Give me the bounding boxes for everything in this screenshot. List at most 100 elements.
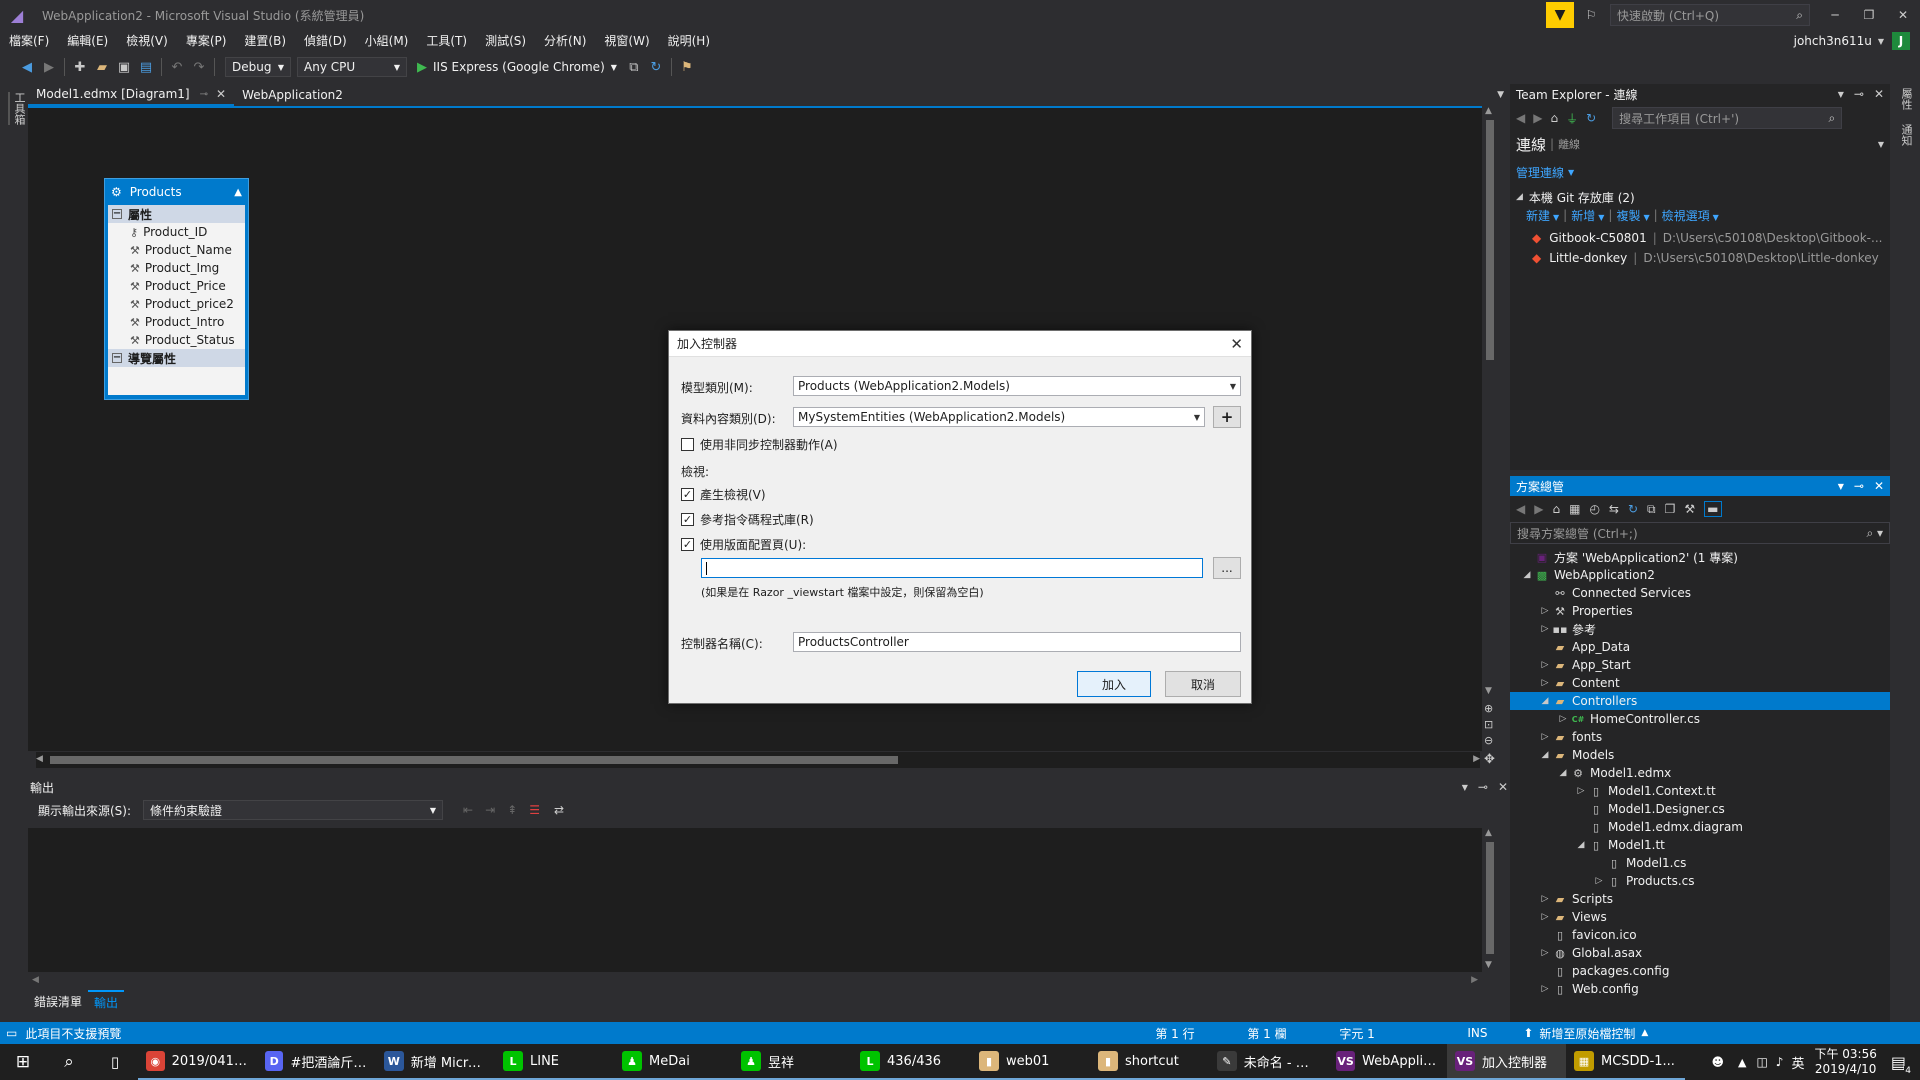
tree-item[interactable]: ▷ ▰ Scripts [1510, 890, 1890, 908]
tree-item[interactable]: ▷ C# HomeController.cs [1510, 710, 1890, 728]
taskbar-app[interactable]: ◉ 2019/0410... [138, 1044, 257, 1080]
redo-icon[interactable]: ↷ [188, 56, 210, 78]
plug-icon[interactable]: ⏚ [1566, 110, 1578, 127]
tree-item[interactable]: ▷ ▰ Content [1510, 674, 1890, 692]
action-center-icon[interactable]: ▤ 4 [1891, 1053, 1912, 1076]
async-checkbox[interactable]: 使用非同步控制器動作(A) [681, 436, 838, 453]
menu-item[interactable]: 檔案(F) [0, 30, 58, 52]
tree-item[interactable]: ◢ ▰ Controllers [1510, 692, 1890, 710]
zoom-in-icon[interactable]: ⊕ [1484, 702, 1493, 715]
menu-item[interactable]: 視窗(W) [595, 30, 658, 52]
clear-all-icon[interactable]: ☰ [529, 803, 540, 817]
vscroll-thumb[interactable] [1486, 120, 1494, 360]
expanded-arrow-icon[interactable]: ◢ [1538, 750, 1552, 760]
user-dropdown-icon[interactable]: ▼ [1878, 37, 1884, 46]
windows-start-icon[interactable]: ⊞ [0, 1052, 46, 1072]
output-source-select[interactable]: 條件約束驗證 ▼ [143, 800, 444, 820]
browser-link-icon[interactable]: ⧉ [623, 56, 645, 78]
add-source-control-button[interactable]: 新增至原始檔控制 [1539, 1025, 1635, 1042]
search-icon[interactable]: ⌕ [46, 1052, 92, 1072]
entity-property[interactable]: ⚒ Product_Price [108, 277, 245, 295]
back-icon[interactable]: ◀ [16, 56, 38, 78]
scroll-left-icon[interactable]: ◀ [32, 975, 39, 985]
collapsed-arrow-icon[interactable]: ▷ [1538, 984, 1552, 994]
te-action-link[interactable]: 複製 ▼ [1616, 207, 1649, 224]
add-button[interactable]: 加入 [1077, 671, 1151, 697]
collapsed-arrow-icon[interactable]: ▷ [1538, 894, 1552, 904]
collapsed-arrow-icon[interactable]: ▷ [1538, 912, 1552, 922]
menu-item[interactable]: 編輯(E) [58, 30, 117, 52]
close-icon[interactable]: ✕ [216, 87, 226, 101]
controller-name-input[interactable]: ProductsController [793, 632, 1241, 652]
output-hscrollbar[interactable]: ◀ ▶ [28, 974, 1482, 988]
scroll-right-icon[interactable]: ▶ [1473, 754, 1480, 764]
copy-icon[interactable]: ❐ [1665, 502, 1676, 516]
menu-item[interactable]: 偵錯(D) [295, 30, 356, 52]
tree-item[interactable]: ⚯ Connected Services [1510, 584, 1890, 602]
tree-item[interactable]: ◢ ⚙ Model1.edmx [1510, 764, 1890, 782]
expanded-arrow-icon[interactable]: ◢ [1556, 768, 1570, 778]
tree-item[interactable]: ▷ ▰ fonts [1510, 728, 1890, 746]
pin-icon[interactable]: ⊸ [1854, 479, 1864, 493]
save-icon[interactable]: ▣ [113, 56, 135, 78]
sync-icon[interactable]: ⇆ [1609, 502, 1619, 516]
avatar[interactable]: J [1892, 32, 1910, 50]
close-icon[interactable]: ✕ [1874, 87, 1884, 101]
taskbar-app[interactable]: L 436/436 [852, 1044, 971, 1080]
collapsed-arrow-icon[interactable]: ▷ [1592, 876, 1606, 886]
context-class-select[interactable]: MySystemEntities (WebApplication2.Models… [793, 407, 1205, 427]
menu-item[interactable]: 小組(M) [356, 30, 418, 52]
solution-search-input[interactable]: 搜尋方案總管 (Ctrl+;) ⌕ ▾ [1510, 522, 1890, 544]
pan-icon[interactable]: ✥ [1484, 752, 1495, 767]
close-window-button[interactable]: ✕ [1886, 8, 1920, 22]
taskbar-app[interactable]: D #把酒論斤 -... [257, 1044, 376, 1080]
entity-property[interactable]: ⚷ Product_ID [108, 223, 245, 241]
open-folder-icon[interactable]: ▰ [91, 56, 113, 78]
hscroll-thumb[interactable] [50, 756, 898, 764]
collapsed-arrow-icon[interactable]: ▷ [1538, 660, 1552, 670]
tree-item[interactable]: ▯ favicon.ico [1510, 926, 1890, 944]
close-icon[interactable]: ✕ [1498, 780, 1508, 794]
cancel-button[interactable]: 取消 [1165, 671, 1241, 697]
properties-icon[interactable]: ⚒ [1684, 502, 1695, 516]
pin-icon[interactable]: ⊸ [1854, 87, 1864, 101]
repo-item[interactable]: ◆ Gitbook-C50801 | D:\Users\c50108\Desktop\… [1532, 228, 1890, 248]
taskbar-app[interactable]: ✎ 未命名 - 小... [1209, 1044, 1328, 1080]
user-name[interactable]: johch3n611u [1794, 34, 1872, 48]
entity-products[interactable]: ⚙ Products ▲ − 屬性 ⚷ Product_ID ⚒ Product_Na… [104, 178, 249, 400]
word-wrap-icon[interactable]: ⇄ [554, 803, 564, 817]
tray-expand-icon[interactable]: ▲ [1738, 1056, 1746, 1069]
ime-indicator[interactable]: 英 [1791, 1053, 1804, 1072]
menu-item[interactable]: 建置(B) [235, 30, 295, 52]
taskbar-app[interactable]: W 新增 Micro... [376, 1044, 495, 1080]
find-icon[interactable]: ⇞ [507, 803, 517, 817]
tree-item[interactable]: ▷ ▰ Views [1510, 908, 1890, 926]
tree-item[interactable]: ▷ ⚒ Properties [1510, 602, 1890, 620]
tree-item[interactable]: ◢ ▩ WebApplication2 [1510, 566, 1890, 584]
collapsed-arrow-icon[interactable]: ▷ [1538, 624, 1552, 634]
entity-property[interactable]: ⚒ Product_price2 [108, 295, 245, 313]
volume-icon[interactable]: ♪ [1776, 1055, 1784, 1069]
dropdown-icon[interactable]: ▼ [1462, 783, 1468, 792]
tree-item[interactable]: ▯ packages.config [1510, 962, 1890, 980]
collapsed-arrow-icon[interactable]: ▷ [1538, 606, 1552, 616]
menu-item[interactable]: 說明(H) [659, 30, 719, 52]
save-all-icon[interactable]: ▤ [135, 56, 157, 78]
taskbar-app[interactable]: ▦ MCSDD-1... [1566, 1044, 1685, 1080]
tree-item[interactable]: ▷ ▰ App_Start [1510, 656, 1890, 674]
refresh-icon[interactable]: ↻ [1586, 111, 1596, 125]
dialog-close-icon[interactable]: ✕ [1230, 335, 1243, 353]
taskbar-app[interactable]: VS 加入控制器 [1447, 1044, 1566, 1080]
expanded-arrow-icon[interactable]: ◢ [1520, 570, 1534, 580]
taskbar-app[interactable]: L LINE [495, 1044, 614, 1080]
vscroll-thumb[interactable] [1486, 842, 1494, 954]
preview-icon[interactable]: ▬ [1704, 501, 1722, 517]
properties-section[interactable]: − 屬性 [108, 205, 245, 223]
entity-property[interactable]: ⚒ Product_Name [108, 241, 245, 259]
home-icon[interactable]: ⌂ [1550, 111, 1558, 125]
chevron-down-icon[interactable]: ▼ [1878, 140, 1884, 149]
taskbar-app[interactable]: ▮ shortcut [1090, 1044, 1209, 1080]
goto-next-icon[interactable]: ⇥ [485, 803, 495, 817]
zoom-fit-icon[interactable]: ⊡ [1484, 718, 1493, 731]
te-action-link[interactable]: 新增 ▼ [1571, 207, 1604, 224]
